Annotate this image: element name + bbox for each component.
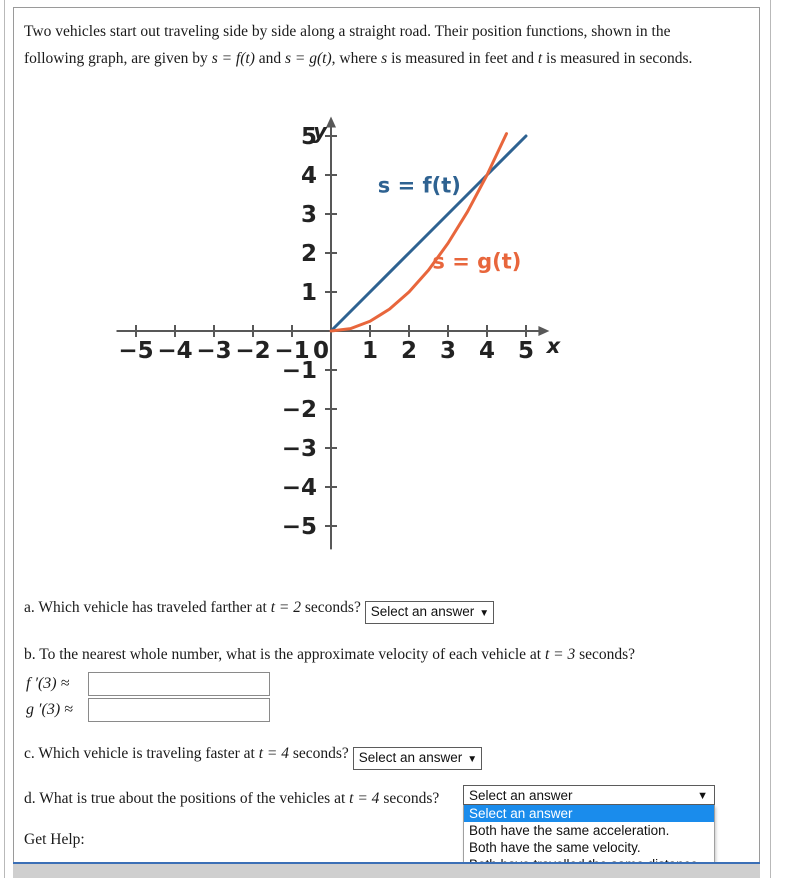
g-prime-input[interactable] bbox=[88, 698, 270, 722]
g-prime-label: g ′(3) ≈ bbox=[26, 700, 73, 718]
chevron-down-icon: ▼ bbox=[479, 608, 490, 619]
question-d-math: t = 4 bbox=[349, 790, 380, 807]
problem-line-2-text-e: is measured in seconds. bbox=[542, 50, 693, 67]
question-b-g-row: g ′(3) ≈ bbox=[26, 698, 270, 722]
question-content-card: Two vehicles start out traveling side by… bbox=[13, 7, 760, 863]
question-b-f-row: f ′(3) ≈ bbox=[26, 672, 270, 696]
question-c-prefix: c. Which vehicle is traveling faster at bbox=[24, 745, 259, 762]
series-label-g: s = g(t) bbox=[432, 250, 521, 274]
get-help-label: Get Help: bbox=[24, 831, 85, 848]
series-label-f: s = f(t) bbox=[378, 174, 461, 198]
series-curve-g bbox=[329, 132, 508, 333]
bottom-toolbar bbox=[13, 862, 760, 878]
problem-line-2-text-d: is measured in feet and bbox=[387, 50, 538, 67]
question-c-select-value: Select an answer bbox=[358, 750, 463, 765]
question-b-prefix: b. To the nearest whole number, what is … bbox=[24, 646, 545, 663]
y-axis-tick-label: 2 bbox=[301, 241, 317, 267]
graph-svg: −5 −4 −3 −2 −1 0 1 2 3 4 5 x−5−4−3−2−112345ys = f(t… bbox=[116, 116, 562, 550]
x-axis-tick-label: 1 bbox=[362, 338, 378, 364]
question-a-select[interactable]: Select an answer ▼ bbox=[364, 601, 495, 624]
question-a-prefix: a. Which vehicle has traveled farther at bbox=[24, 599, 271, 616]
x-axis-tick-label: 4 bbox=[479, 338, 495, 364]
x-axis-tick-label: 3 bbox=[440, 338, 456, 364]
x-axis-tick-label: 2 bbox=[401, 338, 417, 364]
x-axis-tick-label: −5 bbox=[118, 338, 153, 364]
series-curve-f bbox=[329, 134, 528, 333]
question-d: d. What is true about the positions of t… bbox=[24, 788, 439, 810]
question-d-option[interactable]: Select an answer bbox=[464, 805, 714, 822]
question-c-math: t = 4 bbox=[258, 745, 289, 762]
question-a: a. Which vehicle has traveled farther at… bbox=[24, 597, 495, 624]
y-axis-tick-label: −5 bbox=[282, 514, 317, 540]
question-a-math: t = 2 bbox=[270, 599, 302, 616]
question-c-select[interactable]: Select an answer ▼ bbox=[352, 747, 483, 770]
y-axis-tick-label: −4 bbox=[282, 475, 317, 501]
question-d-select-field[interactable]: Select an answer ▼ bbox=[463, 785, 715, 805]
question-a-select-value: Select an answer bbox=[370, 604, 475, 619]
position-functions-graph: −5 −4 −3 −2 −1 0 1 2 3 4 5 x −5 −4 −3 −2 −1 1 2 3 4 5 y s = f(t… bbox=[14, 90, 761, 570]
question-d-dropdown[interactable]: Select an answer ▼ Select an answer Both … bbox=[463, 785, 715, 874]
question-c: c. Which vehicle is traveling faster at … bbox=[24, 743, 483, 770]
chevron-down-icon: ▼ bbox=[467, 754, 478, 765]
problem-math-g: s = g(t) bbox=[285, 50, 332, 67]
question-a-suffix: seconds? bbox=[301, 599, 361, 616]
y-axis-tick-label: −2 bbox=[282, 397, 317, 423]
question-d-selected-value: Select an answer bbox=[469, 788, 573, 803]
question-c-suffix: seconds? bbox=[288, 745, 349, 762]
x-axis-title: x bbox=[546, 334, 562, 358]
y-axis-tick-label: 3 bbox=[301, 202, 317, 228]
question-d-option[interactable]: Both have the same velocity. bbox=[464, 839, 714, 856]
y-axis-tick-label: 4 bbox=[301, 163, 317, 189]
problem-line-2-text-c: , where bbox=[331, 50, 382, 67]
y-axis-tick-label: 1 bbox=[301, 280, 317, 306]
chevron-down-icon: ▼ bbox=[697, 790, 708, 802]
x-axis-tick-label: −4 bbox=[157, 338, 192, 364]
y-axis-tick-label: −1 bbox=[282, 358, 317, 384]
f-prime-input[interactable] bbox=[88, 672, 270, 696]
question-d-suffix: seconds? bbox=[379, 790, 440, 807]
y-axis-title: y bbox=[313, 120, 328, 144]
problem-statement: Two vehicles start out traveling side by… bbox=[24, 18, 746, 72]
question-b-math: t = 3 bbox=[544, 646, 576, 663]
x-axis-tick-label: −3 bbox=[196, 338, 231, 364]
page-left-rule bbox=[4, 0, 5, 878]
question-b: b. To the nearest whole number, what is … bbox=[24, 644, 635, 666]
x-axis-tick-label: −2 bbox=[235, 338, 270, 364]
problem-line-2-text-a: following graph, are given by bbox=[24, 50, 212, 67]
question-d-option[interactable]: Both have the same acceleration. bbox=[464, 822, 714, 839]
problem-line-1: Two vehicles start out traveling side by… bbox=[24, 23, 671, 40]
page-right-rule bbox=[770, 0, 771, 878]
question-d-prefix: d. What is true about the positions of t… bbox=[24, 790, 350, 807]
problem-line-2-text-b: and bbox=[254, 50, 286, 67]
y-axis-tick-label: −3 bbox=[282, 436, 317, 462]
problem-math-f: s = f(t) bbox=[211, 50, 255, 67]
question-b-suffix: seconds? bbox=[575, 646, 636, 663]
f-prime-label: f ′(3) ≈ bbox=[26, 674, 70, 692]
y-axis-arrow bbox=[326, 116, 336, 128]
x-axis-tick-label: 5 bbox=[518, 338, 534, 364]
